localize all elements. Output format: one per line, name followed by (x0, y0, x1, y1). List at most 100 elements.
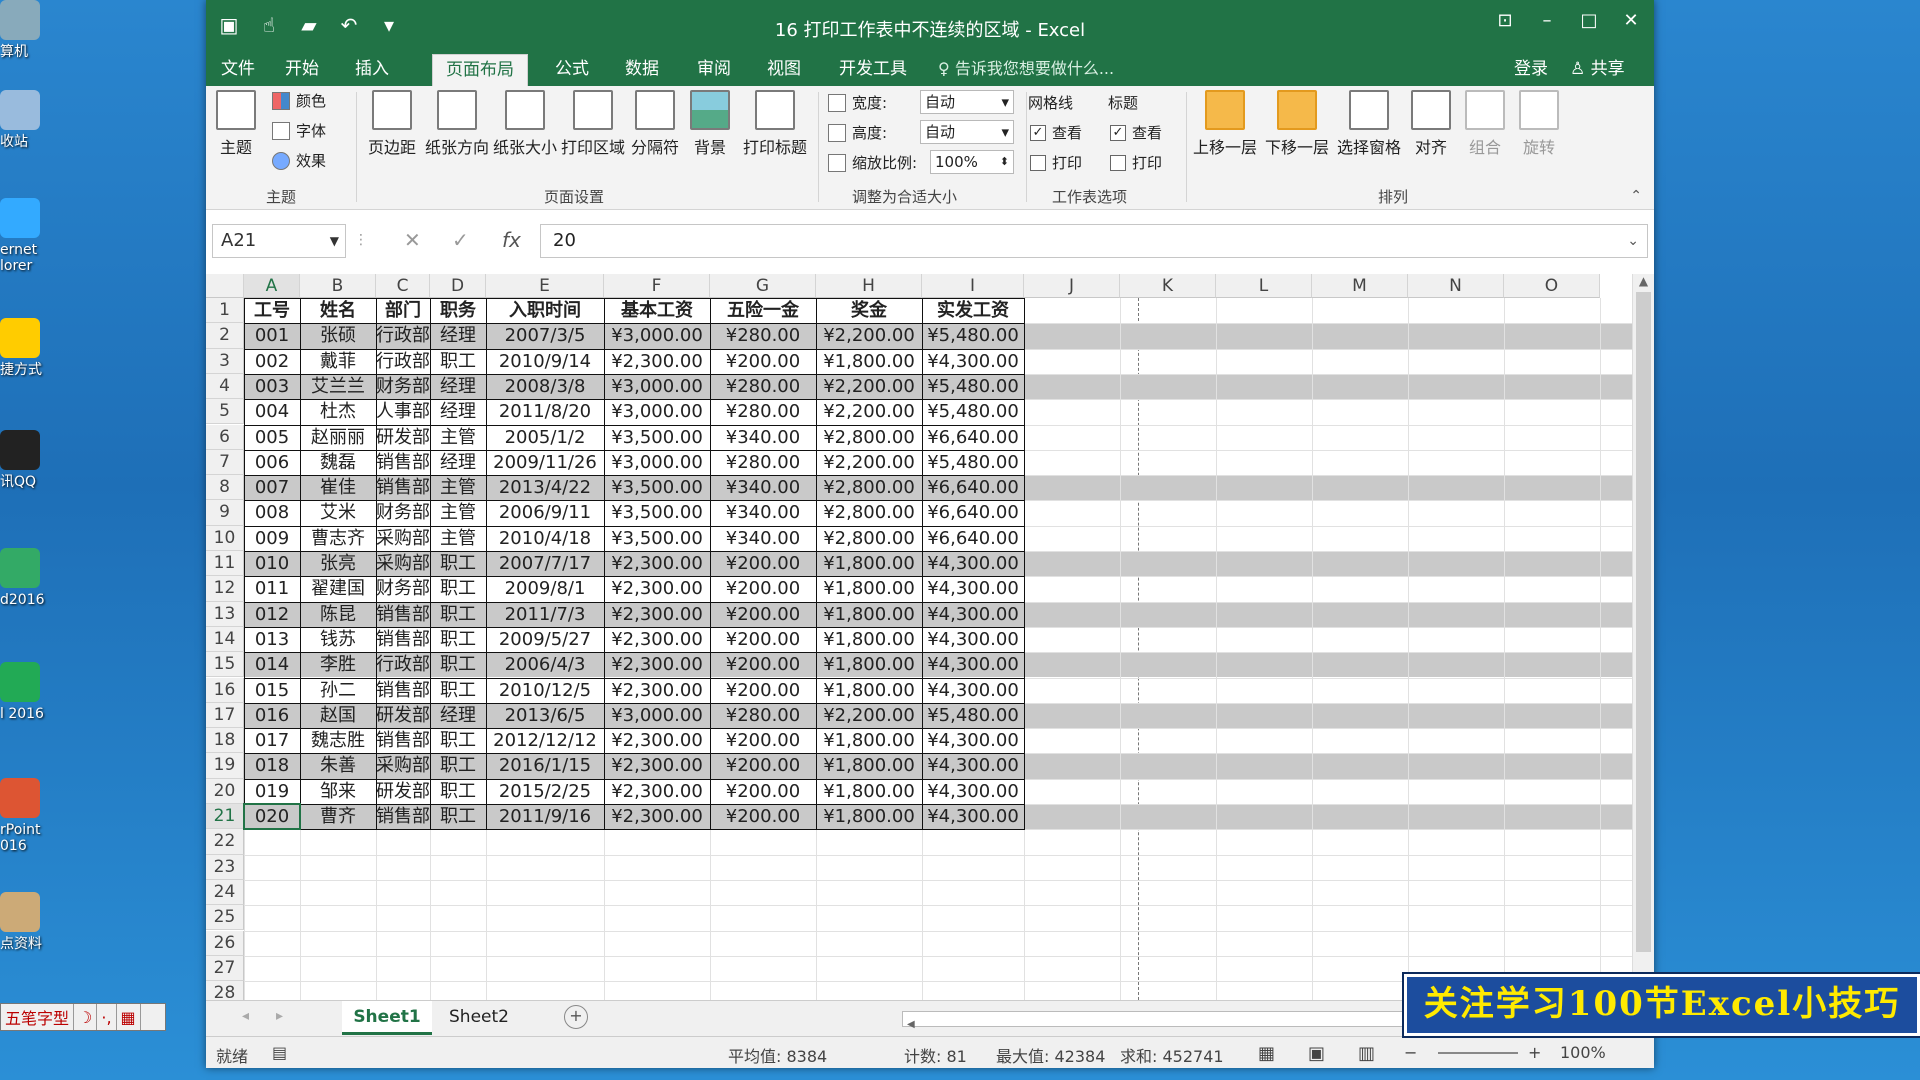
column-header[interactable]: E (486, 274, 604, 298)
table-cell[interactable]: 财务部 (376, 374, 430, 399)
table-cell[interactable]: 002 (244, 349, 300, 374)
table-cell[interactable]: 财务部 (376, 500, 430, 525)
tab-review[interactable]: 审阅 (688, 54, 740, 86)
tell-me-box[interactable]: ♀ 告诉我您想要做什么... (938, 54, 1114, 84)
table-cell[interactable]: 2015/2/25 (486, 779, 604, 804)
table-cell[interactable]: ¥1,800.00 (816, 728, 922, 753)
tab-view[interactable]: 视图 (758, 54, 810, 86)
row-header[interactable]: 12 (206, 576, 244, 602)
row-header[interactable]: 1 (206, 298, 244, 324)
row-header[interactable]: 18 (206, 728, 244, 754)
tab-file[interactable]: 文件 (212, 54, 264, 86)
background-button[interactable]: 背景 (686, 90, 734, 158)
table-cell[interactable]: ¥3,500.00 (604, 425, 710, 450)
table-header-cell[interactable]: 奖金 (816, 298, 922, 323)
column-header[interactable]: I (922, 274, 1024, 298)
row-header[interactable]: 19 (206, 753, 244, 779)
tab-developer[interactable]: 开发工具 (828, 54, 918, 86)
theme-button[interactable]: 主题 (214, 90, 258, 158)
table-cell[interactable]: 006 (244, 450, 300, 475)
table-cell[interactable]: 销售部 (376, 627, 430, 652)
tab-home[interactable]: 开始 (276, 54, 328, 86)
table-cell[interactable]: ¥200.00 (710, 551, 816, 576)
table-cell[interactable]: 魏磊 (300, 450, 376, 475)
vertical-scrollbar[interactable]: ▲ (1632, 274, 1654, 1000)
table-cell[interactable]: ¥2,800.00 (816, 475, 922, 500)
table-cell[interactable]: ¥5,480.00 (922, 323, 1024, 348)
table-cell[interactable]: ¥4,300.00 (922, 576, 1024, 601)
table-cell[interactable]: 2006/9/11 (486, 500, 604, 525)
insert-function-icon[interactable]: fx (502, 224, 521, 258)
table-cell[interactable]: ¥3,000.00 (604, 399, 710, 424)
table-cell[interactable]: ¥2,300.00 (604, 753, 710, 778)
table-cell[interactable]: 崔佳 (300, 475, 376, 500)
table-cell[interactable]: 主管 (430, 425, 486, 450)
table-cell[interactable]: 销售部 (376, 602, 430, 627)
table-cell[interactable]: 019 (244, 779, 300, 804)
table-cell[interactable]: 008 (244, 500, 300, 525)
table-cell[interactable]: 010 (244, 551, 300, 576)
selection-pane-button[interactable]: 选择窗格 (1334, 90, 1404, 158)
table-header-cell[interactable]: 五险一金 (710, 298, 816, 323)
table-cell[interactable]: ¥3,000.00 (604, 450, 710, 475)
row-header[interactable]: 25 (206, 905, 244, 931)
macro-record-icon[interactable]: ▤ (272, 1043, 287, 1062)
table-header-cell[interactable]: 基本工资 (604, 298, 710, 323)
zoom-level[interactable]: 100% (1560, 1043, 1606, 1062)
table-cell[interactable]: 主管 (430, 526, 486, 551)
table-cell[interactable]: ¥1,800.00 (816, 349, 922, 374)
column-header[interactable]: O (1504, 274, 1600, 298)
share-button[interactable]: ♙ 共享 (1570, 54, 1625, 84)
table-cell[interactable]: 行政部 (376, 323, 430, 348)
table-cell[interactable]: 研发部 (376, 703, 430, 728)
table-cell[interactable]: 2012/12/12 (486, 728, 604, 753)
row-header[interactable]: 23 (206, 854, 244, 880)
table-cell[interactable]: 004 (244, 399, 300, 424)
row-header[interactable]: 28 (206, 981, 244, 1000)
table-cell[interactable]: 职工 (430, 551, 486, 576)
moon-icon[interactable]: ☽ (74, 1004, 98, 1030)
print-titles-button[interactable]: 打印标题 (740, 90, 810, 158)
table-header-cell[interactable]: 入职时间 (486, 298, 604, 323)
table-cell[interactable]: 杜杰 (300, 399, 376, 424)
group-button[interactable]: 组合 (1460, 90, 1510, 158)
table-cell[interactable]: 2009/5/27 (486, 627, 604, 652)
table-cell[interactable]: 主管 (430, 500, 486, 525)
login-link[interactable]: 登录 (1514, 54, 1548, 84)
next-sheet-icon[interactable]: ▸ (276, 1008, 283, 1024)
table-cell[interactable]: 007 (244, 475, 300, 500)
column-header[interactable]: B (300, 274, 376, 298)
table-cell[interactable]: 2007/3/5 (486, 323, 604, 348)
table-cell[interactable]: ¥6,640.00 (922, 500, 1024, 525)
table-cell[interactable]: 经理 (430, 450, 486, 475)
row-header[interactable]: 7 (206, 449, 244, 476)
table-cell[interactable]: ¥2,300.00 (604, 576, 710, 601)
table-cell[interactable]: 销售部 (376, 450, 430, 475)
row-header[interactable]: 15 (206, 652, 244, 678)
active-cell-selection[interactable] (243, 803, 301, 831)
width-select[interactable]: 自动 ▾ (920, 90, 1014, 114)
headings-view-checkbox[interactable]: ✓ 查看 (1110, 122, 1162, 143)
table-cell[interactable]: ¥4,300.00 (922, 753, 1024, 778)
table-cell[interactable]: ¥5,480.00 (922, 374, 1024, 399)
table-cell[interactable]: 2013/6/5 (486, 703, 604, 728)
row-header[interactable]: 8 (206, 475, 244, 501)
table-cell[interactable]: 行政部 (376, 349, 430, 374)
table-header-cell[interactable]: 工号 (244, 298, 300, 323)
table-cell[interactable]: 017 (244, 728, 300, 753)
table-cell[interactable]: ¥3,000.00 (604, 703, 710, 728)
row-header[interactable]: 2 (206, 323, 244, 349)
table-cell[interactable]: 翟建国 (300, 576, 376, 601)
table-cell[interactable]: 张硕 (300, 323, 376, 348)
table-cell[interactable]: ¥2,200.00 (816, 399, 922, 424)
name-box[interactable]: A21 ▼ (212, 224, 346, 258)
maximize-icon[interactable]: □ (1578, 10, 1600, 36)
minimize-icon[interactable]: – (1536, 10, 1558, 36)
row-header[interactable]: 4 (206, 373, 244, 400)
ime-toolbar[interactable]: 五笔字型 ☽ ·, ▦ (0, 1003, 166, 1031)
tab-formulas[interactable]: 公式 (546, 54, 598, 86)
row-header[interactable]: 9 (206, 500, 244, 526)
close-icon[interactable]: ✕ (1620, 10, 1642, 36)
table-cell[interactable]: ¥2,800.00 (816, 500, 922, 525)
table-cell[interactable]: 曹齐 (300, 804, 376, 829)
